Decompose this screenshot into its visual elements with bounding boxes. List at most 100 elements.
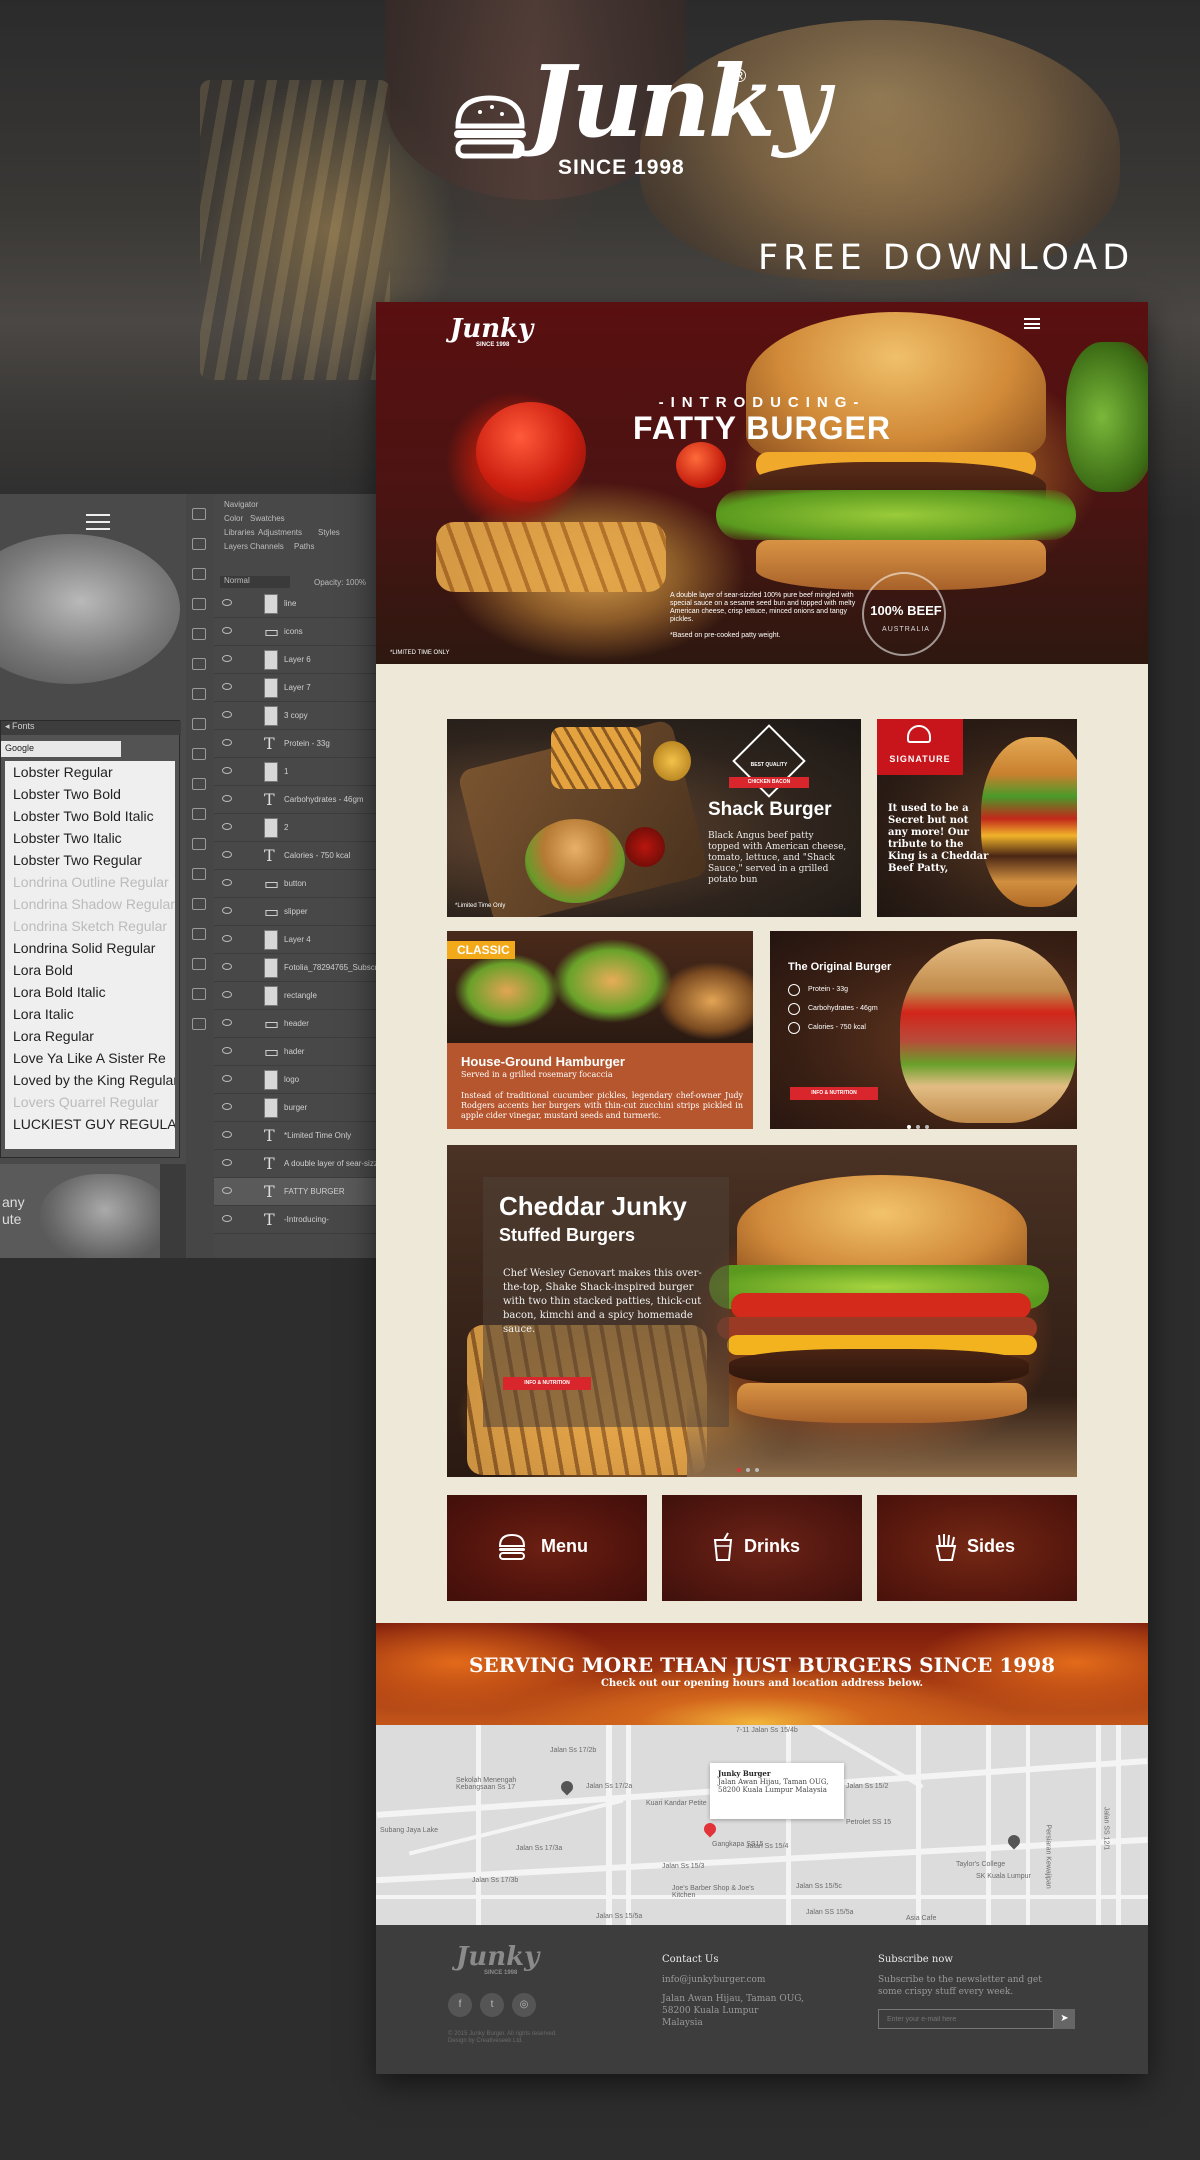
instagram-icon[interactable]: ◎ <box>512 1993 536 2017</box>
send-icon[interactable]: ➤ <box>1054 2009 1075 2029</box>
visibility-eye-icon[interactable] <box>222 795 232 802</box>
visibility-eye-icon[interactable] <box>222 1019 232 1026</box>
tab-libraries[interactable]: Libraries <box>224 528 255 537</box>
layer-row[interactable]: Fotolia_78294765_Subscription... <box>214 954 376 982</box>
tool-icon[interactable] <box>192 898 206 910</box>
layer-row[interactable]: rectangle <box>214 982 376 1010</box>
visibility-eye-icon[interactable] <box>222 1215 232 1222</box>
font-list-item[interactable]: Londrina Shadow Regular <box>5 893 175 915</box>
tab-channels[interactable]: Channels <box>250 542 284 551</box>
tool-icon[interactable] <box>192 718 206 730</box>
tool-icon[interactable] <box>192 838 206 850</box>
tool-icon[interactable] <box>192 688 206 700</box>
hamburger-menu-icon[interactable] <box>86 514 110 530</box>
font-source-select[interactable]: Google <box>1 741 121 757</box>
tab-styles[interactable]: Styles <box>318 528 340 537</box>
drinks-tile[interactable]: Drinks <box>662 1495 862 1601</box>
layer-row[interactable]: Layer 6 <box>214 646 376 674</box>
visibility-eye-icon[interactable] <box>222 1047 232 1054</box>
layer-row[interactable]: ▭ hader <box>214 1038 376 1066</box>
tab-adjustments[interactable]: Adjustments <box>258 528 302 537</box>
slider-dot-3[interactable] <box>755 1468 759 1472</box>
font-list-item[interactable]: Lora Bold <box>5 959 175 981</box>
tab-layers[interactable]: Layers <box>224 542 248 551</box>
visibility-eye-icon[interactable] <box>222 1187 232 1194</box>
layer-row[interactable]: T Calories - 750 kcal <box>214 842 376 870</box>
layer-row[interactable]: T FATTY BURGER <box>214 1178 376 1206</box>
info-nutrition-button[interactable]: INFO & NUTRITION <box>790 1087 878 1100</box>
visibility-eye-icon[interactable] <box>222 599 232 606</box>
email-input[interactable] <box>878 2009 1054 2029</box>
hamburger-menu-icon[interactable] <box>1024 318 1040 329</box>
layer-row[interactable]: 2 <box>214 814 376 842</box>
layer-row[interactable]: 3 copy <box>214 702 376 730</box>
twitter-icon[interactable]: t <box>480 1993 504 2017</box>
layer-row[interactable]: T -Introducing- <box>214 1206 376 1234</box>
facebook-icon[interactable]: f <box>448 1993 472 2017</box>
visibility-eye-icon[interactable] <box>222 655 232 662</box>
font-list-item[interactable]: Lobster Two Bold <box>5 783 175 805</box>
font-list-item[interactable]: Lobster Two Italic <box>5 827 175 849</box>
menu-tile[interactable]: Menu <box>447 1495 647 1601</box>
tab-color[interactable]: Color <box>224 514 243 523</box>
blend-mode-select[interactable]: Normal <box>220 576 290 588</box>
font-list-item[interactable]: Londrina Solid Regular <box>5 937 175 959</box>
layer-row[interactable]: line <box>214 590 376 618</box>
tool-icon[interactable] <box>192 508 206 520</box>
font-list-item[interactable]: Londrina Sketch Regular <box>5 915 175 937</box>
layer-row[interactable]: ▭ button <box>214 870 376 898</box>
layer-row[interactable]: T *Limited Time Only <box>214 1122 376 1150</box>
tool-icon[interactable] <box>192 988 206 1000</box>
visibility-eye-icon[interactable] <box>222 739 232 746</box>
contact-email[interactable]: info@junkyburger.com <box>662 1974 765 1986</box>
classic-card[interactable]: CLASSIC House-Ground Hamburger Served in… <box>447 931 753 1129</box>
tool-icon[interactable] <box>192 538 206 550</box>
font-list-item[interactable]: Lovers Quarrel Regular <box>5 1091 175 1113</box>
font-list-item[interactable]: Lobster Two Bold Italic <box>5 805 175 827</box>
visibility-eye-icon[interactable] <box>222 711 232 718</box>
tab-navigator[interactable]: Navigator <box>224 500 258 509</box>
layer-row[interactable]: burger <box>214 1094 376 1122</box>
tool-icon[interactable] <box>192 568 206 580</box>
location-map[interactable]: 7-11 Jalan Ss 15/4b Jalan Ss 17/2b Jalan… <box>376 1725 1148 1925</box>
visibility-eye-icon[interactable] <box>222 963 232 970</box>
visibility-eye-icon[interactable] <box>222 1103 232 1110</box>
sides-tile[interactable]: Sides <box>877 1495 1077 1601</box>
font-list-item[interactable]: Lora Bold Italic <box>5 981 175 1003</box>
font-list-item[interactable]: Loved by the King Regular <box>5 1069 175 1091</box>
site-logo[interactable]: Junky <box>450 314 533 344</box>
visibility-eye-icon[interactable] <box>222 627 232 634</box>
tool-icon[interactable] <box>192 598 206 610</box>
font-list-item[interactable]: Lora Regular <box>5 1025 175 1047</box>
slider-dot-2[interactable] <box>746 1468 750 1472</box>
tool-icon[interactable] <box>192 628 206 640</box>
visibility-eye-icon[interactable] <box>222 823 232 830</box>
visibility-eye-icon[interactable] <box>222 991 232 998</box>
font-list-item[interactable]: Lobster Regular <box>5 761 175 783</box>
slider-dot-3[interactable] <box>925 1125 929 1129</box>
slider-dot-1[interactable] <box>907 1125 911 1129</box>
footer-logo[interactable]: Junky <box>456 1942 539 1972</box>
shack-burger-card[interactable]: BEST QUALITY CHICKEN BACON Shack Burger … <box>447 719 861 917</box>
layer-row[interactable]: Layer 7 <box>214 674 376 702</box>
layer-row[interactable]: ▭ header <box>214 1010 376 1038</box>
location-pin-icon[interactable] <box>701 1820 719 1838</box>
layer-row[interactable]: T A double layer of sear-sizzled... <box>214 1150 376 1178</box>
signature-card[interactable]: SIGNATURE It used to be a Secret but not… <box>877 719 1077 917</box>
opacity-field[interactable]: Opacity: 100% <box>314 578 366 587</box>
tool-icon[interactable] <box>192 958 206 970</box>
font-list-item[interactable]: Love Ya Like A Sister Re <box>5 1047 175 1069</box>
tool-icon[interactable] <box>192 928 206 940</box>
slider-dot-1[interactable] <box>737 1468 741 1472</box>
original-burger-card[interactable]: The Original Burger Protein - 33g Carboh… <box>770 931 1077 1129</box>
tool-icon[interactable] <box>192 778 206 790</box>
visibility-eye-icon[interactable] <box>222 1131 232 1138</box>
visibility-eye-icon[interactable] <box>222 935 232 942</box>
tool-icon[interactable] <box>192 658 206 670</box>
tool-icon[interactable] <box>192 1018 206 1030</box>
tool-icon[interactable] <box>192 748 206 760</box>
visibility-eye-icon[interactable] <box>222 767 232 774</box>
info-nutrition-button[interactable]: INFO & NUTRITION <box>503 1377 591 1390</box>
visibility-eye-icon[interactable] <box>222 851 232 858</box>
font-list-item[interactable]: Lobster Two Regular <box>5 849 175 871</box>
